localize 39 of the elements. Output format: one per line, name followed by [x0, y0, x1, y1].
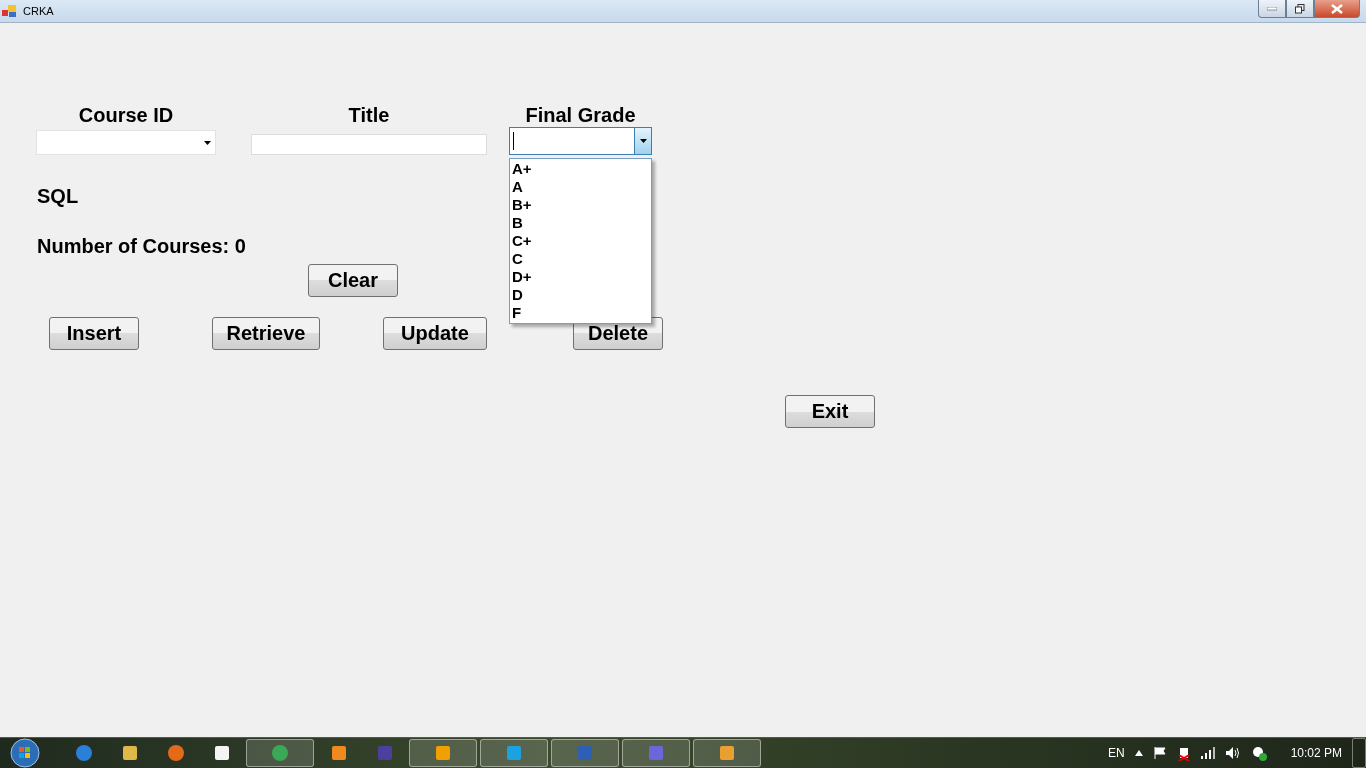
field-label: Course ID	[78, 104, 174, 128]
field-label: Final Grade	[525, 104, 636, 128]
dropdown-option[interactable]: B	[510, 214, 651, 232]
clock[interactable]: 10:02 PM	[1290, 746, 1342, 760]
course-count: Number of Courses: 0	[37, 234, 246, 258]
text-field[interactable]	[251, 134, 487, 155]
close-button[interactable]	[1314, 0, 1360, 18]
sql-label: SQL	[37, 184, 79, 208]
start-orb-icon	[10, 738, 40, 768]
dropdown-option[interactable]: D+	[510, 268, 651, 286]
dropdown-option[interactable]: C+	[510, 232, 651, 250]
caret-icon	[639, 139, 647, 143]
close-icon	[1331, 3, 1343, 14]
dropdown-option[interactable]: B+	[510, 196, 651, 214]
minimize-icon	[1267, 6, 1277, 11]
restore-icon	[1295, 3, 1305, 14]
power-plug-icon[interactable]	[1176, 745, 1191, 761]
up-arrow-icon[interactable]	[1134, 750, 1143, 756]
clear-button[interactable]: Clear	[308, 264, 398, 297]
speaker-icon[interactable]	[1224, 746, 1241, 760]
window-title: CRKA	[23, 5, 54, 17]
sync-icon[interactable]	[1250, 745, 1267, 761]
restore-button[interactable]	[1286, 0, 1314, 18]
field-label: Title	[348, 104, 390, 128]
action-button[interactable]: Retrieve	[212, 317, 320, 350]
dropdown-option[interactable]: A+	[510, 160, 651, 178]
dropdown-option[interactable]: D	[510, 286, 651, 304]
flag-icon[interactable]	[1152, 746, 1167, 760]
show-desktop-button[interactable]	[1352, 738, 1366, 768]
exit-button[interactable]: Exit	[785, 395, 875, 428]
action-button[interactable]: Insert	[49, 317, 139, 350]
minimize-button[interactable]	[1258, 0, 1286, 18]
language-indicator[interactable]: EN	[1107, 746, 1125, 760]
dropdown-option[interactable]: A	[510, 178, 651, 196]
dropdown-option[interactable]: C	[510, 250, 651, 268]
signal-bars-icon[interactable]	[1200, 747, 1215, 759]
caret-icon	[203, 140, 211, 145]
dropdown-field[interactable]	[509, 127, 652, 155]
action-button[interactable]: Update	[383, 317, 487, 350]
